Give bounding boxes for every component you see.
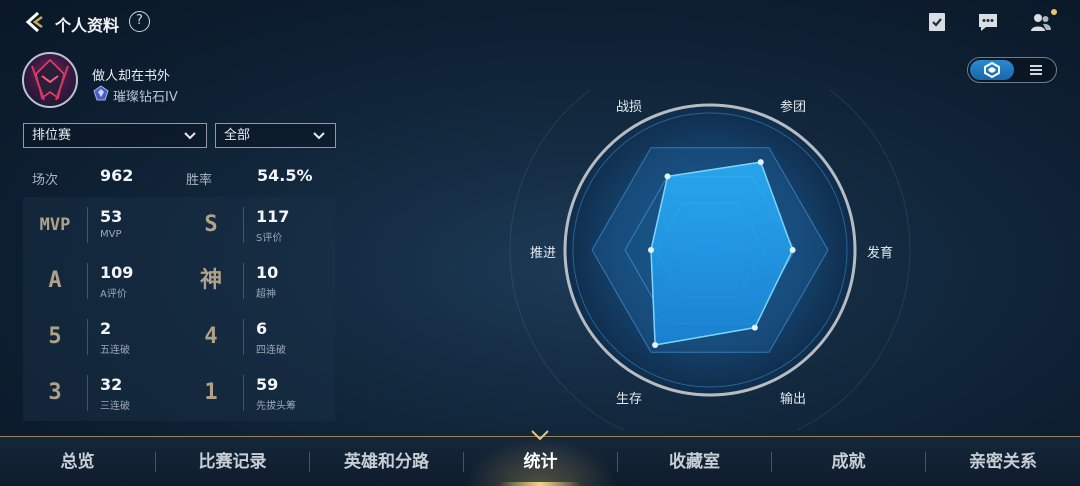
radar-label-farming: 发育 xyxy=(867,246,894,261)
quadra-kill-badge-icon: 4 xyxy=(204,324,218,349)
chevron-down-icon xyxy=(313,132,325,140)
radar-label-push: 推进 xyxy=(530,246,557,261)
help-icon[interactable]: ? xyxy=(129,11,150,32)
mvp-badge-icon: MVP xyxy=(39,215,71,235)
stat-value: 117 xyxy=(256,207,290,226)
stat-value: 2 xyxy=(100,319,112,338)
task-checklist-icon[interactable] xyxy=(925,10,949,34)
scope-dropdown-value: 全部 xyxy=(224,128,251,143)
stat-value: 59 xyxy=(256,375,279,394)
tab-overview[interactable]: 总览 xyxy=(0,437,155,486)
matches-label: 场次 xyxy=(32,173,59,188)
notification-dot xyxy=(1051,9,1057,15)
radar-label-teamfight: 参团 xyxy=(780,100,807,115)
stat-penta-kill: 5 2 五连破 xyxy=(23,309,179,365)
stat-s-rating: S 117 S评价 xyxy=(179,197,335,253)
tab-statistics[interactable]: 统计 xyxy=(464,437,617,486)
view-toggle[interactable] xyxy=(967,57,1057,83)
mode-dropdown-value: 排位赛 xyxy=(32,128,72,143)
active-tab-underline xyxy=(499,482,581,486)
avatar[interactable] xyxy=(22,52,78,108)
stat-triple-kill: 3 32 三连破 xyxy=(23,365,179,421)
radar-view-button[interactable] xyxy=(970,60,1014,80)
bottom-nav: 总览 比赛记录 英雄和分路 统计 收藏室 成就 亲密关系 xyxy=(0,436,1080,486)
legendary-badge-icon: 神 xyxy=(199,268,222,293)
triple-kill-badge-icon: 3 xyxy=(48,380,62,405)
stat-label: MVP xyxy=(100,229,122,240)
tab-heroes-lanes[interactable]: 英雄和分路 xyxy=(310,437,463,486)
divider xyxy=(243,263,244,299)
divider xyxy=(243,207,244,243)
tab-relationships[interactable]: 亲密关系 xyxy=(926,437,1080,486)
stat-value: 53 xyxy=(100,207,123,226)
penta-kill-badge-icon: 5 xyxy=(48,324,62,349)
stat-label: A评价 xyxy=(100,289,127,300)
stat-quadra-kill: 4 6 四连破 xyxy=(179,309,335,365)
stat-value: 10 xyxy=(256,263,279,282)
radar-view-icon xyxy=(984,61,1000,79)
page-title: 个人资料 xyxy=(55,16,120,35)
stat-value: 109 xyxy=(100,263,134,282)
active-tab-pointer-icon xyxy=(531,430,549,441)
winrate-label: 胜率 xyxy=(186,173,213,188)
stat-label: 三连破 xyxy=(100,401,130,412)
stat-value: 32 xyxy=(100,375,123,394)
player-name: 做人却在书外 xyxy=(92,69,171,84)
radar-vertex-point xyxy=(757,159,764,166)
top-bar: 个人资料 ? xyxy=(0,0,1080,44)
radar-chart: 参团 发育 输出 生存 推进 战损 xyxy=(480,49,940,451)
divider xyxy=(87,319,88,355)
stat-a-rating: A 109 A评价 xyxy=(23,253,179,309)
chevron-down-icon xyxy=(184,132,196,140)
stat-mvp: MVP 53 MVP xyxy=(23,197,179,253)
tab-achievements[interactable]: 成就 xyxy=(772,437,925,486)
divider xyxy=(87,375,88,411)
stat-label: 先拔头筹 xyxy=(256,401,296,412)
stat-label: 四连破 xyxy=(256,345,286,356)
first-blood-badge-icon: 1 xyxy=(204,380,218,405)
list-view-icon xyxy=(1030,65,1042,75)
back-arrow-icon[interactable] xyxy=(22,10,46,34)
radar-label-damage: 输出 xyxy=(780,392,807,407)
list-view-button[interactable] xyxy=(1018,60,1054,80)
radar-vertex-point xyxy=(652,342,659,349)
stats-grid: MVP 53 MVP S 117 S评价 A 109 A评价 神 10 超神 5… xyxy=(23,197,335,421)
stat-legendary: 神 10 超神 xyxy=(179,253,335,309)
divider xyxy=(87,207,88,243)
stat-label: 五连破 xyxy=(100,345,130,356)
stat-first-blood: 1 59 先拔头筹 xyxy=(179,365,335,421)
rank-text: 璀璨钻石IV xyxy=(113,90,178,105)
radar-vertex-point xyxy=(664,173,671,180)
radar-label-survival: 生存 xyxy=(616,392,643,407)
stat-value: 6 xyxy=(256,319,268,338)
radar-vertex-point xyxy=(751,324,758,331)
divider xyxy=(243,319,244,355)
stat-label: 超神 xyxy=(256,289,276,300)
divider xyxy=(243,375,244,411)
s-badge-icon: S xyxy=(204,212,218,237)
tab-collection[interactable]: 收藏室 xyxy=(618,437,771,486)
friends-icon[interactable] xyxy=(1029,10,1053,34)
scope-dropdown[interactable]: 全部 xyxy=(215,123,336,148)
a-badge-icon: A xyxy=(48,268,62,293)
radar-label-kda: 战损 xyxy=(616,100,643,115)
stat-label: S评价 xyxy=(256,233,283,244)
radar-vertex-point xyxy=(789,247,796,253)
diamond-rank-icon xyxy=(93,85,109,101)
matches-value: 962 xyxy=(100,166,134,185)
tab-match-history[interactable]: 比赛记录 xyxy=(156,437,309,486)
chat-bubble-icon[interactable] xyxy=(976,10,1000,34)
mode-dropdown[interactable]: 排位赛 xyxy=(23,123,207,148)
winrate-value: 54.5% xyxy=(257,166,313,185)
divider xyxy=(87,263,88,299)
radar-vertex-point xyxy=(648,247,654,253)
